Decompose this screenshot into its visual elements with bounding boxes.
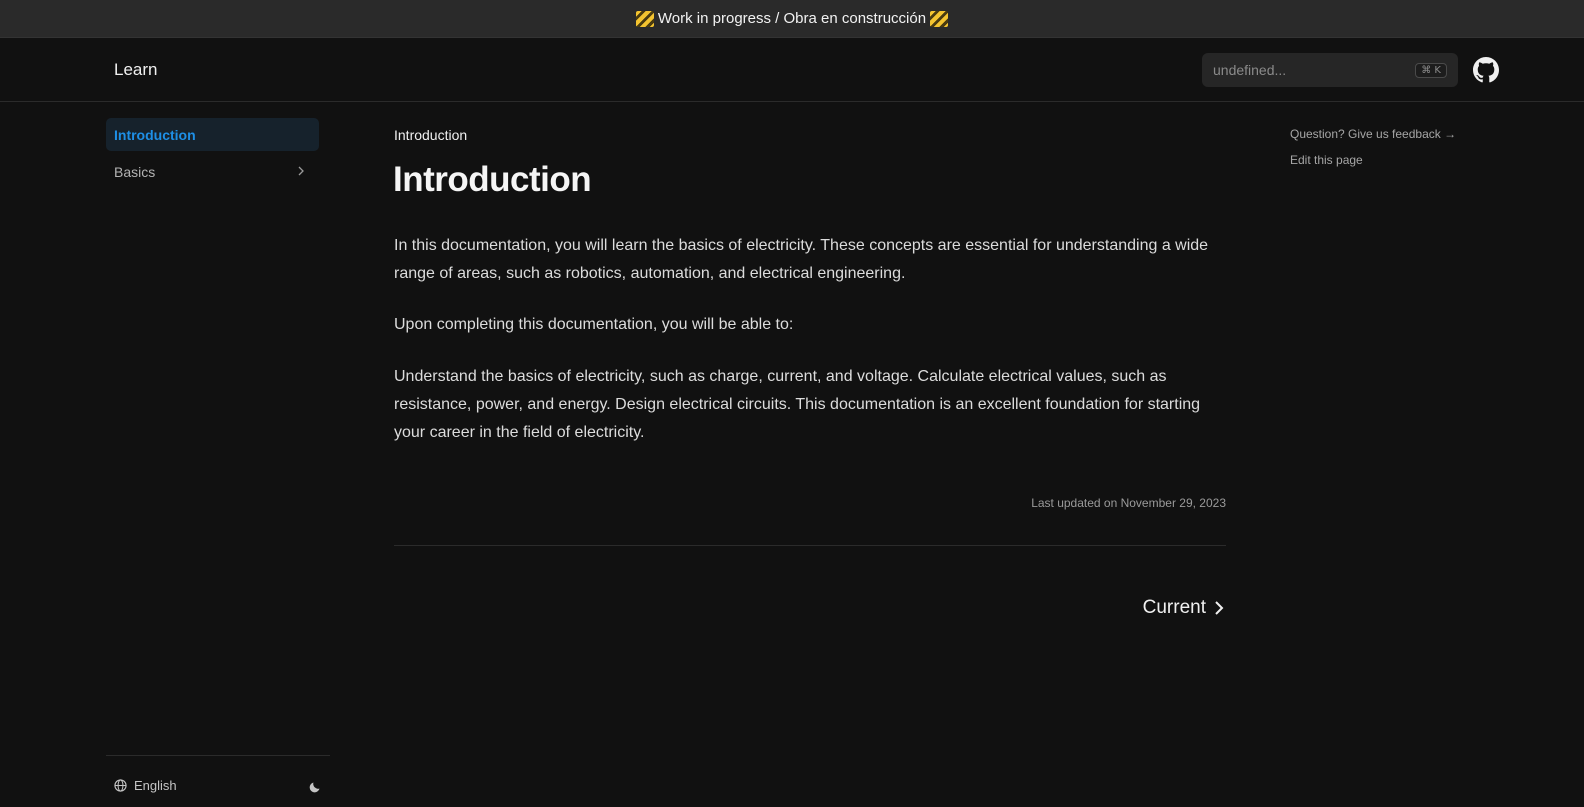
globe-icon <box>114 779 127 792</box>
breadcrumb: Introduction <box>394 127 468 143</box>
objectives-paragraph: Upon completing this documentation, you … <box>394 316 794 333</box>
language-switcher[interactable]: English <box>114 778 177 793</box>
site-logo[interactable]: Learn <box>114 60 157 80</box>
moon-icon[interactable] <box>308 780 322 794</box>
top-navbar: Learn undefined... ⌘ K <box>0 38 1584 102</box>
search-input[interactable]: undefined... ⌘ K <box>1202 53 1458 87</box>
construction-icon <box>930 10 949 27</box>
sidebar-item-label: Basics <box>114 163 156 180</box>
github-icon[interactable] <box>1473 57 1499 83</box>
next-page-button[interactable]: Current <box>1130 594 1226 622</box>
language-label: English <box>134 778 177 793</box>
page-title: Introduction <box>393 160 592 199</box>
last-updated: Last updated on November 29, 2023 <box>1031 496 1226 510</box>
announcement-banner: Work in progress / Obra en construcción <box>0 0 1584 38</box>
search-shortcut: ⌘ K <box>1415 62 1447 78</box>
next-page-label: Current <box>1142 597 1206 618</box>
divider <box>394 545 1226 546</box>
edit-page-link[interactable]: Edit this page <box>1290 153 1363 167</box>
sidebar-item-basics[interactable]: Basics <box>106 155 319 188</box>
search-placeholder: undefined... <box>1213 62 1287 78</box>
sidebar-item-label: Introduction <box>114 126 196 143</box>
chevron-right-icon <box>1215 601 1224 615</box>
feedback-link[interactable]: Question? Give us feedback → <box>1290 127 1456 141</box>
chevron-right-icon <box>298 166 304 176</box>
sidebar-item-introduction[interactable]: Introduction <box>106 118 319 151</box>
intro-paragraph: In this documentation, you will learn th… <box>394 237 1209 282</box>
sidebar-footer: English <box>106 755 330 807</box>
construction-icon <box>635 10 654 27</box>
banner-text: Work in progress / Obra en construcción <box>657 10 927 27</box>
details-paragraph: Understand the basics of electricity, su… <box>394 368 1201 441</box>
